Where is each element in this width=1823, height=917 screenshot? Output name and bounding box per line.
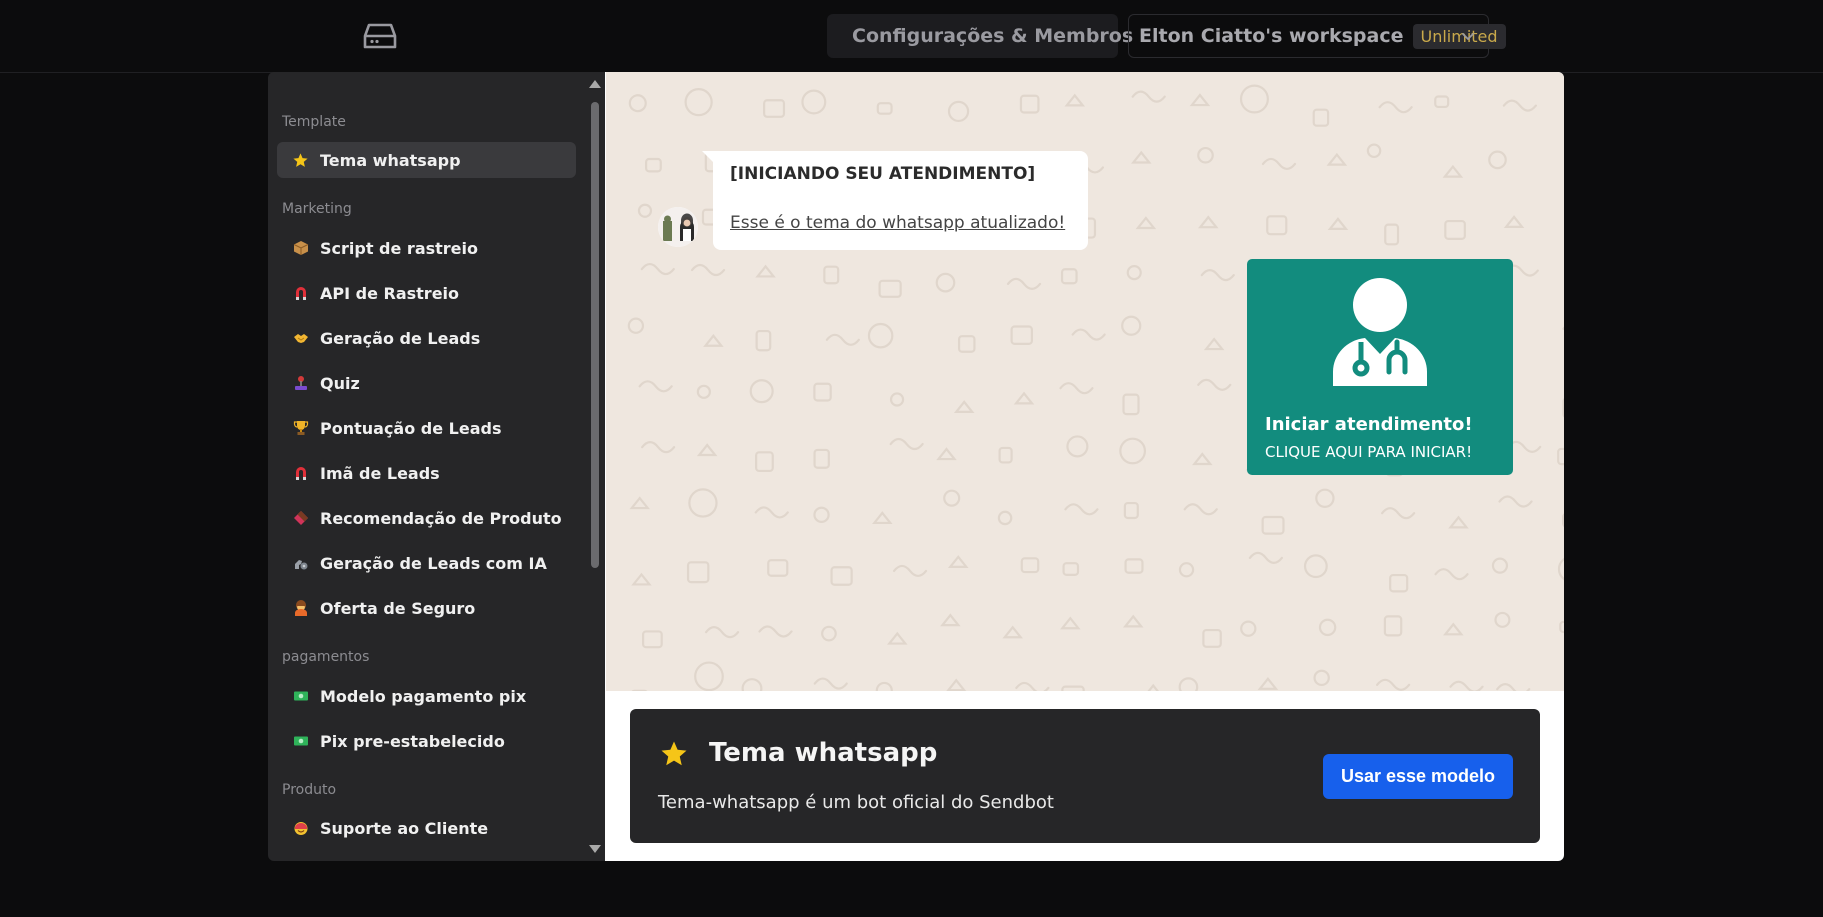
money-icon — [292, 733, 309, 750]
sidebar-item-recomendacao-de-produto[interactable]: Recomendação de Produto — [277, 500, 576, 536]
workspace-name: Elton Ciatto's workspace — [1139, 25, 1404, 47]
start-service-subtitle: CLIQUE AQUI PARA INICIAR! — [1265, 443, 1473, 461]
sidebar-item-pontuacao-de-leads[interactable]: Pontuação de Leads — [277, 410, 576, 446]
sidebar-item-pix-pre-estabelecido[interactable]: Pix pre-estabelecido — [277, 723, 576, 759]
use-template-button[interactable]: Usar esse modelo — [1323, 754, 1513, 799]
scroll-up-arrow-icon[interactable] — [589, 80, 601, 88]
sidebar-item-label: Script de rastreio — [320, 238, 479, 258]
scrollbar-thumb[interactable] — [591, 102, 599, 568]
money-icon — [292, 688, 309, 705]
sidebar-item-ima-de-leads[interactable]: Imã de Leads — [277, 455, 576, 491]
settings-members-button[interactable]: Configurações & Membros — [827, 14, 1133, 58]
person-gesturing-ok-icon — [292, 600, 309, 617]
sidebar-item-suporte-ao-cliente[interactable]: Suporte ao Cliente — [277, 810, 576, 846]
joystick-icon — [292, 375, 309, 392]
template-title: Tema whatsapp — [709, 738, 938, 768]
sidebar-item-label: Suporte ao Cliente — [320, 818, 489, 838]
sidebar-item-label: Tema whatsapp — [320, 150, 461, 170]
sidebar-item-api-de-rastreio[interactable]: API de Rastreio — [277, 275, 576, 311]
inbox-tray-icon[interactable] — [363, 22, 397, 50]
handshake-icon — [292, 330, 309, 347]
sidebar-item-label: Quiz — [320, 373, 360, 393]
mechanical-arm-icon — [292, 555, 309, 572]
sidebar-item-modelo-pagamento-pix[interactable]: Modelo pagamento pix — [277, 678, 576, 714]
sidebar-item-label: Recomendação de Produto — [320, 508, 562, 528]
template-info-card: Tema whatsapp Tema-whatsapp é um bot ofi… — [630, 709, 1540, 843]
sidebar-item-label: Pix pre-estabelecido — [320, 731, 505, 751]
template-preview-panel: [INICIANDO SEU ATENDIMENTO] Esse é o tem… — [605, 72, 1564, 861]
group-label-pagamentos: pagamentos — [282, 649, 370, 665]
bot-message-bubble: [INICIANDO SEU ATENDIMENTO] Esse é o tem… — [713, 151, 1088, 250]
scroll-down-arrow-icon[interactable] — [589, 845, 601, 853]
bot-avatar — [658, 207, 698, 247]
trophy-icon — [292, 420, 309, 437]
sidebar-item-oferta-de-seguro[interactable]: Oferta de Seguro — [277, 590, 576, 626]
sidebar-item-label: Oferta de Seguro — [320, 598, 476, 618]
sidebar-item-quiz[interactable]: Quiz — [277, 365, 576, 401]
sidebar-scrollbar[interactable] — [589, 80, 601, 853]
settings-members-label: Configurações & Membros — [852, 25, 1134, 47]
sidebar-item-label: Imã de Leads — [320, 463, 440, 483]
sidebar-item-label: API de Rastreio — [320, 283, 460, 303]
sidebar-item-geracao-de-leads[interactable]: Geração de Leads — [277, 320, 576, 356]
sidebar-item-label: Geração de Leads — [320, 328, 481, 348]
template-sidebar: Template Tema whatsapp Marketing Script … — [268, 72, 605, 861]
workspace-switcher[interactable]: Elton Ciatto's workspace Unlimited — [1128, 14, 1506, 58]
template-description: Tema-whatsapp é um bot oficial do Sendbo… — [658, 792, 1054, 813]
chevron-down-icon[interactable] — [1460, 28, 1476, 44]
bot-message-link[interactable]: Esse é o tema do whatsapp atualizado! — [730, 213, 1071, 233]
group-label-marketing: Marketing — [282, 201, 352, 217]
sidebar-item-script-de-rastreio[interactable]: Script de rastreio — [277, 230, 576, 266]
doctor-icon — [1332, 278, 1428, 386]
smiling-face-icon — [292, 820, 309, 837]
start-service-card[interactable]: Iniciar atendimento! CLIQUE AQUI PARA IN… — [1247, 259, 1513, 475]
group-label-produto: Produto — [282, 782, 337, 798]
bot-message-title: [INICIANDO SEU ATENDIMENTO] — [730, 164, 1036, 184]
sidebar-item-label: Modelo pagamento pix — [320, 686, 527, 706]
chocolate-bar-icon — [292, 510, 309, 527]
magnet-icon — [292, 465, 309, 482]
magnet-icon — [292, 285, 309, 302]
star-icon — [659, 739, 689, 774]
chat-preview: [INICIANDO SEU ATENDIMENTO] Esse é o tem… — [606, 72, 1564, 691]
start-service-title: Iniciar atendimento! — [1265, 414, 1473, 435]
top-bar: Configurações & Membros Elton Ciatto's w… — [0, 0, 1823, 73]
package-icon — [292, 240, 309, 257]
sidebar-item-geracao-de-leads-com-ia[interactable]: Geração de Leads com IA — [277, 545, 576, 581]
sidebar-item-tema-whatsapp[interactable]: Tema whatsapp — [277, 142, 576, 178]
sidebar-item-label: Pontuação de Leads — [320, 418, 502, 438]
group-label-template: Template — [282, 114, 346, 130]
star-icon — [292, 152, 309, 169]
sidebar-item-label: Geração de Leads com IA — [320, 553, 547, 573]
